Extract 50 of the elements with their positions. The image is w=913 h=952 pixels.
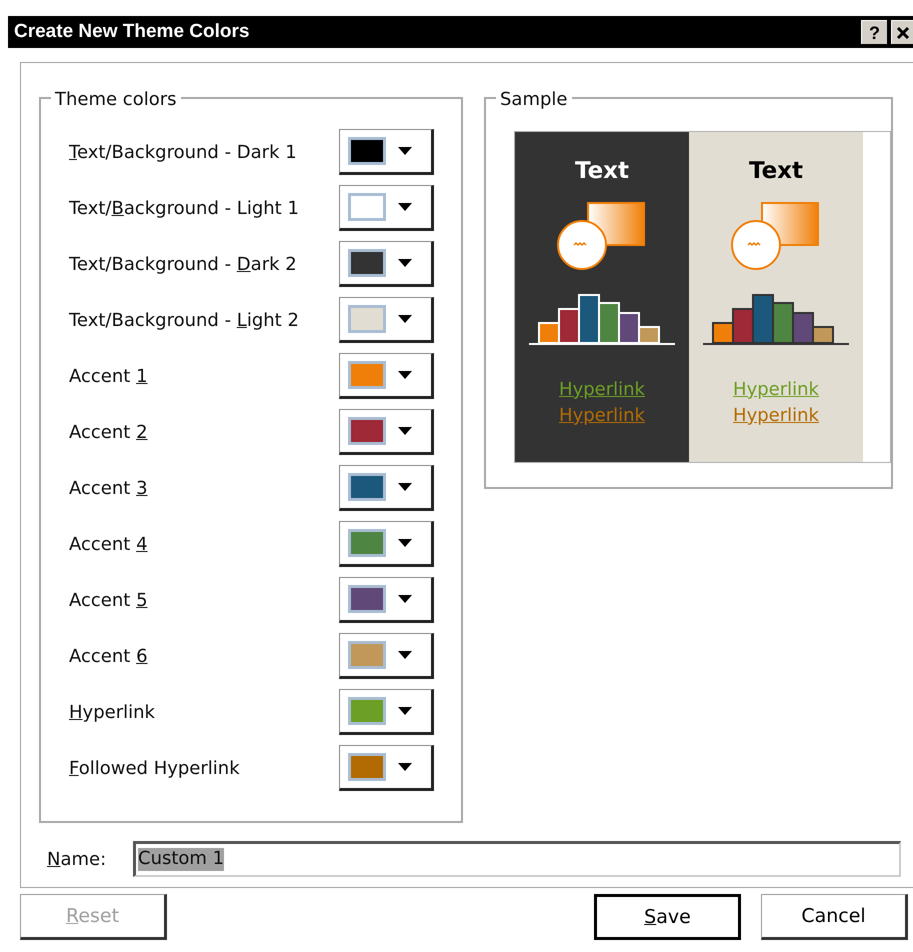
dropdown-arrow-icon xyxy=(398,707,412,715)
color-picker-button[interactable] xyxy=(339,633,434,679)
dropdown-arrow-icon xyxy=(398,147,412,155)
dropdown-arrow-icon xyxy=(398,315,412,323)
color-label: Text/Background - Light 1 xyxy=(69,196,300,220)
name-field[interactable]: Custom 1 xyxy=(133,841,901,877)
color-label: Accent 3 xyxy=(69,476,149,500)
color-label: Accent 6 xyxy=(69,644,149,668)
color-label: Accent 2 xyxy=(69,420,149,444)
dialog-button[interactable]: Save xyxy=(594,894,741,940)
close-icon xyxy=(896,26,910,40)
dropdown-arrow-icon xyxy=(398,427,412,435)
dropdown-arrow-icon xyxy=(398,651,412,659)
dropdown-arrow-icon xyxy=(398,203,412,211)
help-button[interactable]: ? xyxy=(861,20,887,44)
dropdown-arrow-icon xyxy=(398,763,412,771)
hyperlink[interactable]: Hyperlink xyxy=(559,407,645,425)
dropdown-arrow-icon xyxy=(398,483,412,491)
sample-heading: Text xyxy=(748,160,804,183)
window-title: Create New Theme Colors xyxy=(14,20,250,44)
name-label: Name: xyxy=(47,848,108,872)
color-label: Followed Hyperlink xyxy=(69,756,241,780)
color-label: Accent 1 xyxy=(69,364,149,388)
color-picker-button[interactable] xyxy=(339,521,434,567)
color-picker-button[interactable] xyxy=(339,409,434,455)
color-picker-button[interactable] xyxy=(339,241,434,287)
dropdown-arrow-icon xyxy=(398,539,412,547)
color-label: Accent 5 xyxy=(69,588,149,612)
dropdown-arrow-icon xyxy=(398,595,412,603)
hyperlink[interactable]: Hyperlink xyxy=(559,381,645,399)
color-picker-button[interactable] xyxy=(339,577,434,623)
color-picker-button[interactable] xyxy=(339,297,434,343)
close-button[interactable] xyxy=(891,20,913,44)
color-label: Text/Background - Dark 1 xyxy=(69,140,298,164)
color-picker-button[interactable] xyxy=(339,689,434,735)
hyperlink[interactable]: Hyperlink xyxy=(733,381,819,399)
dialog-button[interactable]: Cancel xyxy=(761,894,908,940)
color-picker-button[interactable] xyxy=(339,353,434,399)
color-label: Accent 4 xyxy=(69,532,149,556)
color-picker-button[interactable] xyxy=(339,465,434,511)
dropdown-arrow-icon xyxy=(398,371,412,379)
sample-heading: Text xyxy=(574,160,630,183)
hyperlink[interactable]: Hyperlink xyxy=(733,407,819,425)
color-label: Text/Background - Dark 2 xyxy=(69,252,298,276)
color-label: Hyperlink xyxy=(69,700,156,724)
color-picker-button[interactable] xyxy=(339,745,434,791)
color-label: Text/Background - Light 2 xyxy=(69,308,300,332)
color-picker-button[interactable] xyxy=(339,185,434,231)
color-picker-button[interactable] xyxy=(339,129,434,175)
dropdown-arrow-icon xyxy=(398,259,412,267)
